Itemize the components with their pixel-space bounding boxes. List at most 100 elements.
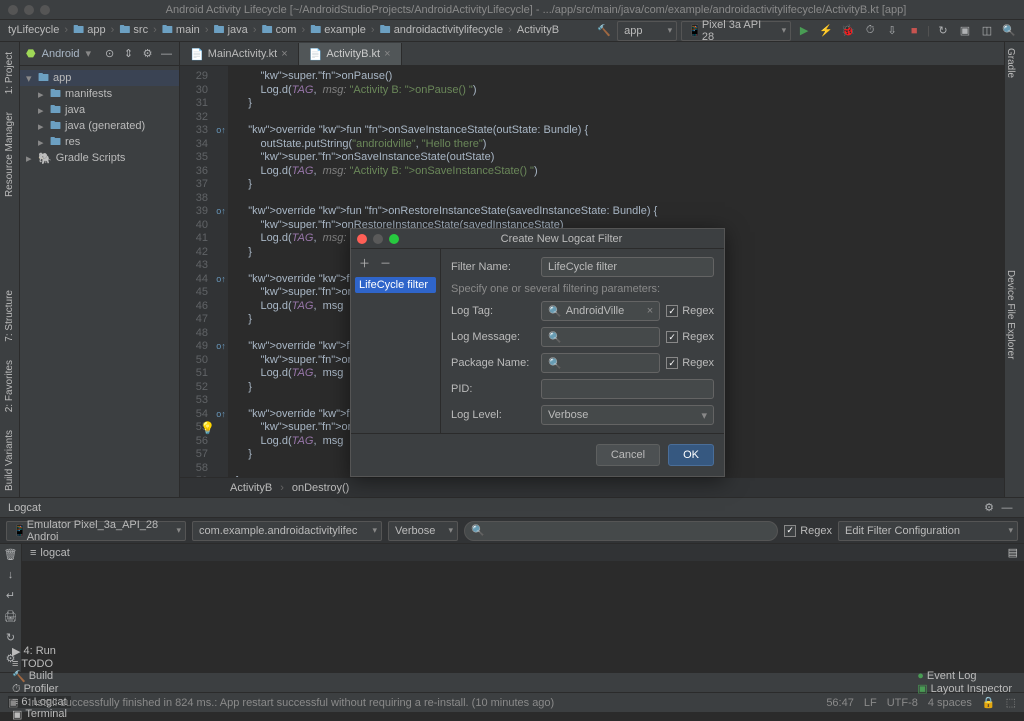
attach-debugger-icon[interactable]: ⇩ — [883, 22, 901, 40]
logcat-regex-checkbox[interactable]: Regex — [784, 525, 832, 537]
close-window-icon[interactable] — [8, 5, 18, 15]
scroll-to-end-icon[interactable]: ↓ — [8, 569, 14, 581]
clear-logcat-icon[interactable]: 🗑 — [4, 548, 18, 561]
cancel-button[interactable]: Cancel — [596, 444, 660, 466]
project-tool-tab[interactable]: 1: Project — [4, 46, 15, 100]
logcat-level-dropdown[interactable]: Verbose — [388, 521, 458, 541]
print-icon[interactable]: 🖨 — [4, 610, 18, 623]
tool-window-button[interactable]: ▶4: Run — [8, 645, 71, 658]
breadcrumb-item[interactable]: 🖿 main — [160, 24, 202, 36]
tree-item[interactable]: ▸🐘Gradle Scripts — [20, 150, 179, 166]
hide-logcat-icon[interactable]: — — [998, 499, 1016, 517]
soft-wrap-icon[interactable]: ↵ — [6, 589, 15, 602]
logcat-search-input[interactable]: 🔍 — [464, 521, 778, 541]
tree-item[interactable]: ▸🖿res — [20, 134, 179, 150]
status-item[interactable]: 🔒 — [982, 697, 996, 709]
editor-breadcrumb[interactable]: ActivityB›onDestroy() — [180, 477, 1004, 497]
run-icon[interactable]: ▶ — [795, 22, 813, 40]
remove-filter-icon[interactable]: － — [380, 255, 391, 271]
log-tag-input[interactable]: 🔍AndroidVille× — [541, 301, 660, 321]
device-file-explorer-tab[interactable]: Device File Explorer — [1005, 264, 1016, 365]
logcat-filter-config-dropdown[interactable]: Edit Filter Configuration — [838, 521, 1018, 541]
collapse-all-icon[interactable]: ⇕ — [122, 45, 135, 63]
ok-button[interactable]: OK — [668, 444, 714, 466]
tree-item[interactable]: ▸🖿manifests — [20, 86, 179, 102]
stop-icon[interactable]: ■ — [905, 22, 923, 40]
intention-bulb-icon[interactable]: 💡 — [200, 421, 215, 435]
status-item[interactable]: 56:47 — [826, 697, 854, 709]
hide-pane-icon[interactable]: — — [160, 45, 173, 63]
status-item[interactable]: ⬚ — [1006, 697, 1016, 709]
log-tag-regex-checkbox[interactable]: Regex — [666, 305, 714, 317]
tool-window-button[interactable]: 🔨Build — [8, 670, 71, 683]
resource-manager-tool-tab[interactable]: Resource Manager — [4, 106, 15, 203]
breadcrumbs[interactable]: tyLifecycle › 🖿 app › 🖿 src › 🖿 main › 🖿… — [6, 21, 561, 40]
make-project-icon[interactable]: 🔨 — [595, 22, 613, 40]
tool-window-quick-access-icon[interactable]: ▣ — [8, 696, 18, 709]
gradle-tool-tab[interactable]: Gradle — [1005, 42, 1016, 84]
logcat-device-dropdown[interactable]: 📱 Emulator Pixel_3a_API_28 Androi — [6, 521, 186, 541]
breadcrumb-item[interactable]: 🖿 src — [117, 24, 150, 36]
log-message-regex-checkbox[interactable]: Regex — [666, 331, 714, 343]
tool-window-button[interactable]: ⏱Profiler — [8, 683, 71, 696]
tree-item[interactable]: ▸🖿java (generated) — [20, 118, 179, 134]
select-opened-file-icon[interactable]: ⊙ — [103, 45, 116, 63]
breadcrumb-item[interactable]: ActivityB — [515, 24, 561, 36]
close-tab-icon[interactable]: × — [281, 48, 287, 60]
favorites-tool-tab[interactable]: 2: Favorites — [4, 354, 15, 418]
search-everywhere-icon[interactable]: 🔍 — [1000, 22, 1018, 40]
filter-list-item[interactable]: LifeCycle filter — [355, 277, 436, 293]
profile-icon[interactable]: ⏱ — [861, 22, 879, 40]
sync-project-icon[interactable]: ↻ — [934, 22, 952, 40]
sdk-manager-icon[interactable]: ◫ — [978, 22, 996, 40]
device-dropdown[interactable]: 📱 Pixel 3a API 28 — [681, 21, 791, 41]
editor-tab[interactable]: 📄MainActivity.kt× — [180, 43, 299, 65]
tree-item[interactable]: ▸🖿java — [20, 102, 179, 118]
package-name-regex-checkbox[interactable]: Regex — [666, 357, 714, 369]
breadcrumb-item[interactable]: 🖿 com — [260, 24, 299, 36]
log-level-select[interactable]: Verbose — [541, 405, 714, 425]
log-message-input[interactable]: 🔍 — [541, 327, 660, 347]
close-icon[interactable] — [357, 234, 367, 244]
logcat-content-tab[interactable]: ≡ logcat▤ — [22, 544, 1024, 562]
status-item[interactable]: LF — [864, 697, 877, 709]
avd-manager-icon[interactable]: ▣ — [956, 22, 974, 40]
breadcrumb-item[interactable]: tyLifecycle — [6, 24, 61, 36]
run-config-dropdown[interactable]: app — [617, 21, 677, 41]
log-level-label: Log Level: — [451, 409, 535, 421]
status-item[interactable]: 4 spaces — [928, 697, 972, 709]
breadcrumb-item[interactable]: 🖿 example — [308, 24, 368, 36]
filter-name-input[interactable] — [541, 257, 714, 277]
breadcrumb-item[interactable]: 🖿 app — [71, 24, 107, 36]
editor-tab[interactable]: 📄ActivityB.kt× — [299, 43, 402, 65]
pid-input[interactable] — [541, 379, 714, 399]
logcat-output[interactable] — [22, 562, 1024, 672]
tool-window-button[interactable]: ●Event Log — [913, 670, 1016, 682]
add-filter-icon[interactable]: ＋ — [359, 255, 370, 271]
layout-icon[interactable]: ▤ — [1008, 546, 1018, 559]
breadcrumb-item[interactable]: 🖿 androidactivitylifecycle — [378, 24, 506, 36]
project-tree[interactable]: ▾🖿app▸🖿manifests▸🖿java▸🖿java (generated)… — [20, 66, 179, 170]
minimize-window-icon[interactable] — [24, 5, 34, 15]
clear-icon[interactable]: × — [647, 305, 653, 317]
restart-icon[interactable]: ↻ — [6, 631, 15, 644]
structure-tool-tab[interactable]: 7: Structure — [4, 284, 15, 348]
project-view-dropdown[interactable]: Android — [42, 48, 80, 60]
gear-icon[interactable]: ⚙ — [980, 499, 998, 517]
close-tab-icon[interactable]: × — [384, 48, 390, 60]
tool-window-button[interactable]: ▣Layout Inspector — [913, 682, 1016, 695]
breadcrumb-item[interactable]: 🖿 java — [212, 24, 250, 36]
tool-window-button[interactable]: ≡TODO — [8, 658, 71, 670]
package-name-input[interactable]: 🔍 — [541, 353, 660, 373]
gear-icon[interactable]: ⚙ — [141, 45, 154, 63]
tree-item[interactable]: ▾🖿app — [20, 70, 179, 86]
build-variants-tool-tab[interactable]: Build Variants — [4, 424, 15, 497]
debug-icon[interactable]: 🐞 — [839, 22, 857, 40]
logcat-toolbar: 📱 Emulator Pixel_3a_API_28 Androi com.ex… — [0, 518, 1024, 544]
apply-changes-icon[interactable]: ⚡ — [817, 22, 835, 40]
zoom-window-icon[interactable] — [40, 5, 50, 15]
zoom-icon[interactable] — [389, 234, 399, 244]
status-item[interactable]: UTF-8 — [887, 697, 918, 709]
window-controls[interactable] — [8, 5, 50, 15]
logcat-package-dropdown[interactable]: com.example.androidactivitylifec — [192, 521, 382, 541]
